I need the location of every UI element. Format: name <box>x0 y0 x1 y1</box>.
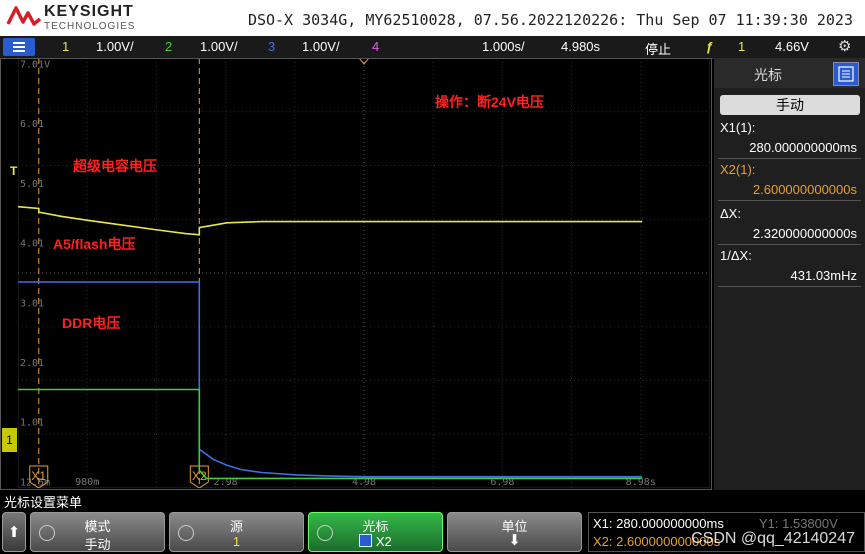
menu-title: 光标设置菜单 <box>4 495 83 510</box>
inv-dx-label: 1/ΔX: <box>720 248 752 263</box>
device-info: DSO-X 3034G, MY62510028, 07.56.202212022… <box>247 11 853 29</box>
back-button[interactable]: ⬆ <box>2 512 26 552</box>
softkey-cursor-line: X2 <box>309 534 442 549</box>
timebase[interactable]: 1.000s/ <box>482 39 525 54</box>
annotation-operation: 操作：断24V电压 <box>435 94 544 110</box>
brand-sub: TECHNOLOGIES <box>44 21 136 32</box>
trigger-level[interactable]: 4.66V <box>775 39 809 54</box>
softkey-mode-title: 模式 <box>84 519 111 534</box>
annotation-supercap: 超级电容电压 <box>73 158 157 174</box>
annotation-ddr: DDR电压 <box>62 315 121 331</box>
trace-2 <box>18 281 643 478</box>
ch2-number[interactable]: 2 <box>165 39 172 54</box>
softkey-cursor[interactable]: 光标 X2 <box>308 512 443 552</box>
readout-y1: Y1: 1.53800V <box>759 516 838 531</box>
x1-label: X1(1): <box>720 120 756 135</box>
up-arrow-icon: ⬆ <box>7 524 21 541</box>
checkbox-icon <box>359 534 373 547</box>
dx-value: 2.320000000000s <box>752 226 857 241</box>
cursor-panel: 光标 手动 X1(1): 280.000000000ms X2(1): 2.60… <box>714 58 865 490</box>
panel-title: 光标 <box>754 67 782 83</box>
ch3-number[interactable]: 3 <box>268 39 275 54</box>
dx-label: ΔX: <box>720 206 741 221</box>
panel-list-icon[interactable] <box>833 62 859 86</box>
softkey-mode-value: 手动 <box>84 537 111 552</box>
softkey-source-value: 1 <box>232 534 241 549</box>
watermark: CSDN @qq_42140247 <box>691 530 855 547</box>
ch2-scale[interactable]: 1.00V/ <box>200 39 238 54</box>
ch1-number[interactable]: 1 <box>62 39 69 54</box>
trigger-edge-icon: ƒ <box>706 39 714 54</box>
waveform-display[interactable]: 7.01V 6.01 5.01 4.01 3.01 2.01 1.01 12.5m 980m 2.… <box>18 58 710 488</box>
softkey-cursor-title: 光标 <box>362 519 389 534</box>
ch1-scale[interactable]: 1.00V/ <box>96 39 134 54</box>
ch3-scale[interactable]: 1.00V/ <box>302 39 340 54</box>
brand-name: KEYSIGHT <box>44 3 134 20</box>
run-state: 停止 <box>645 42 672 57</box>
y-tick-label: 7.01V <box>20 59 50 70</box>
softkey-unit[interactable]: 单位 ⬇ <box>447 512 582 552</box>
inv-dx-value: 431.03mHz <box>790 268 857 283</box>
keysight-wave-icon <box>6 6 42 26</box>
trigger-source[interactable]: 1 <box>738 39 745 54</box>
ch1-ground-marker[interactable]: 1 <box>2 428 17 452</box>
trace-1 <box>18 205 643 236</box>
y-tick-label: 6.01 <box>20 119 44 130</box>
x1-value: 280.000000000ms <box>749 140 857 155</box>
softkey-source-title: 源 <box>229 519 243 534</box>
panel-header: 光标 <box>714 58 865 88</box>
readout-x1: X1: 280.000000000ms <box>593 516 724 531</box>
mode-button[interactable]: 手动 <box>720 95 860 115</box>
y-tick-label: 4.01 <box>20 239 44 250</box>
y-tick-label: 2.01 <box>20 358 44 369</box>
down-arrow-icon: ⬇ <box>508 532 521 549</box>
cursor-x1-line-label: X1 <box>31 469 46 483</box>
x-tick-label: 980m <box>75 477 99 488</box>
waveform-chart: 7.01V6.015.014.013.012.011.0112.5m 980m 2.… <box>18 58 710 488</box>
y-tick-label: 5.01 <box>20 179 44 190</box>
trigger-marker: T <box>10 164 18 178</box>
channel-status-bar: 1 1.00V/ 2 1.00V/ 3 1.00V/ 4 1.000s/ 4.9… <box>0 36 865 59</box>
y-tick-label: 3.01 <box>20 298 44 309</box>
title-bar: KEYSIGHT TECHNOLOGIES DSO-X 3034G, MY625… <box>0 0 865 36</box>
menu-bar: 光标设置菜单 <box>0 490 865 510</box>
softkey-mode[interactable]: 模式 手动 <box>30 512 165 552</box>
x2-label: X2(1): <box>720 162 756 177</box>
keysight-logo: KEYSIGHT TECHNOLOGIES <box>6 3 141 32</box>
gear-icon[interactable]: ⚙ <box>838 37 851 55</box>
main-menu-button[interactable] <box>3 38 35 56</box>
y-tick-label: 1.01 <box>20 418 44 429</box>
annotation-a5flash: A5/flash电压 <box>53 236 136 252</box>
ch4-number[interactable]: 4 <box>372 39 379 54</box>
x2-value: 2.600000000000s <box>752 182 857 197</box>
softkey-cursor-value: X2 <box>375 534 392 549</box>
softkey-source[interactable]: 源 1 <box>169 512 304 552</box>
delay[interactable]: 4.980s <box>561 39 600 54</box>
